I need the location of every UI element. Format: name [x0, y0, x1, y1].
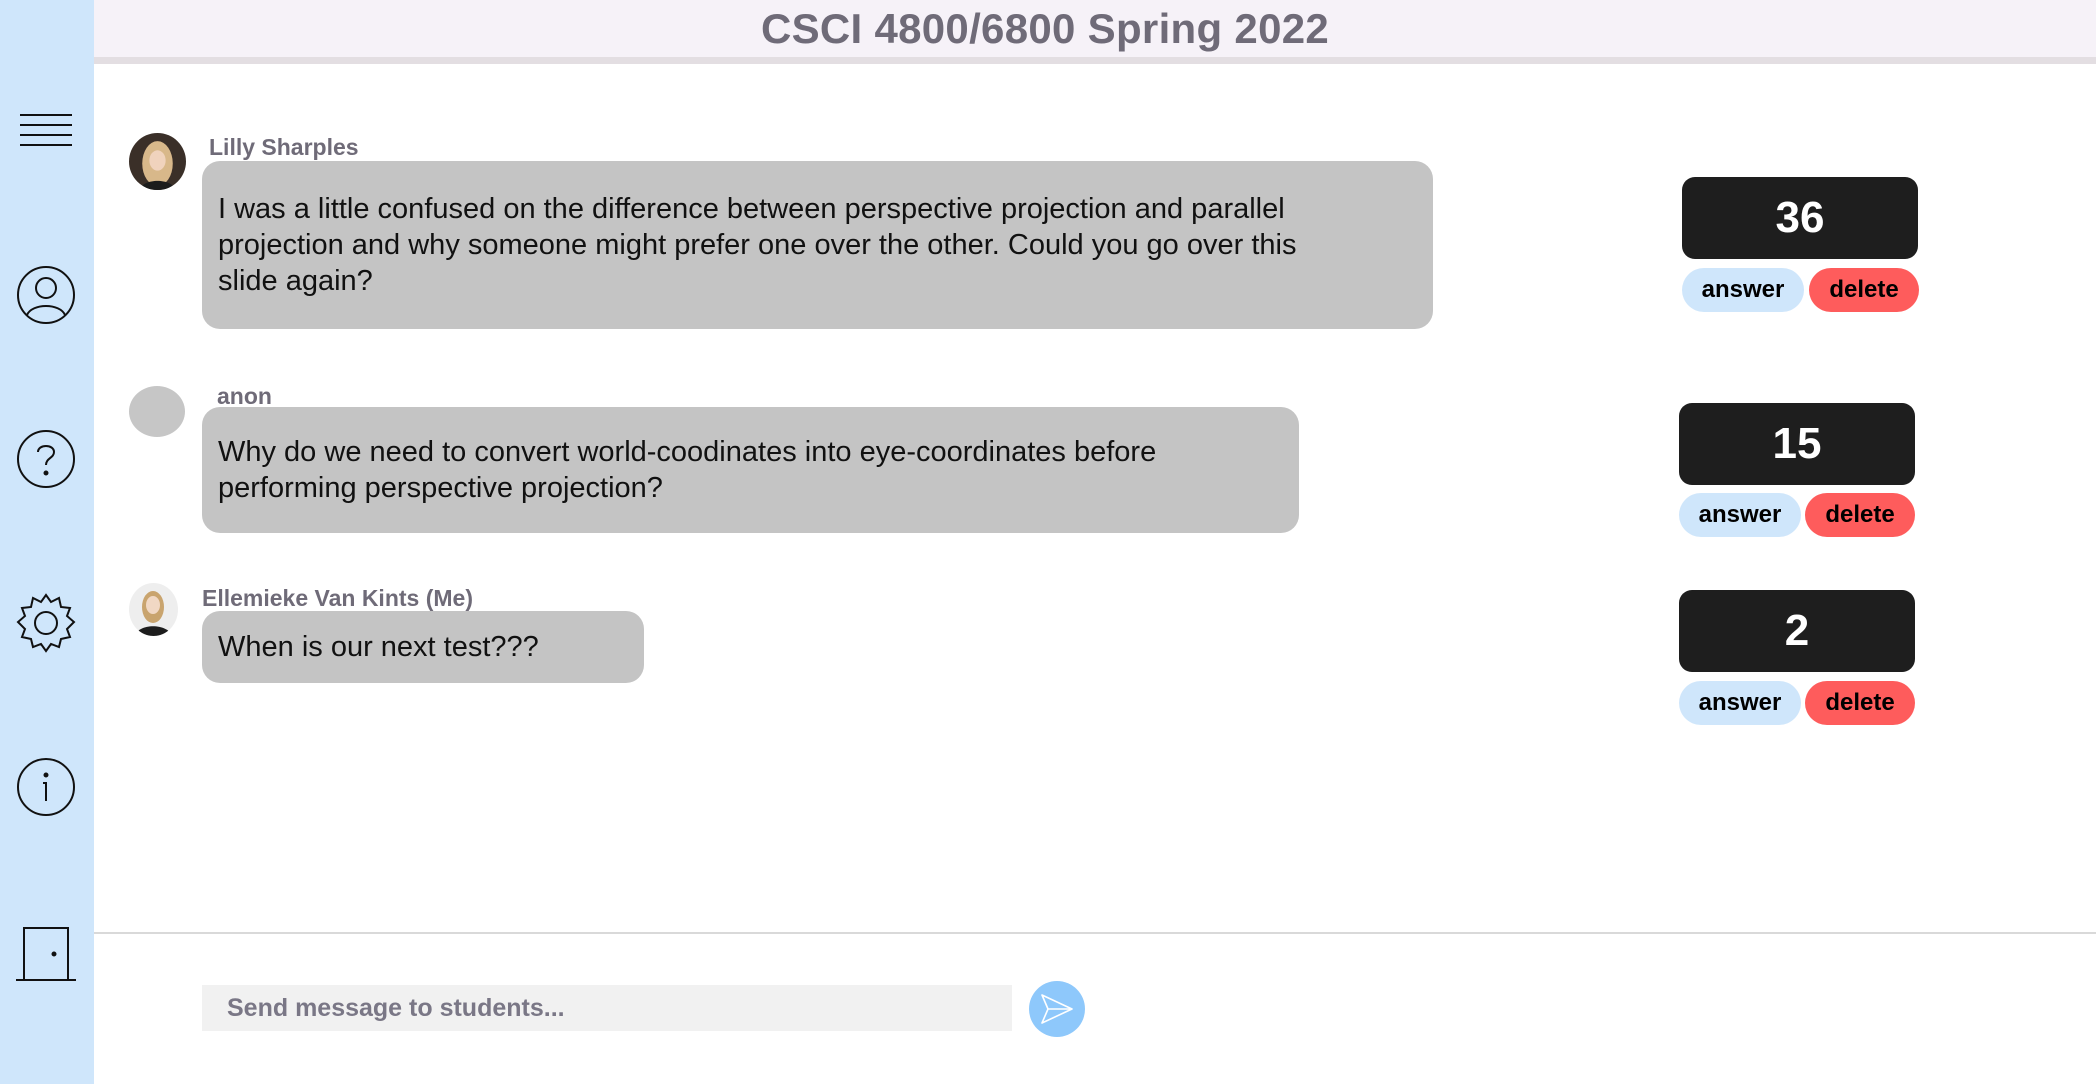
question-author: Lilly Sharples — [209, 134, 359, 160]
answer-button[interactable]: answer — [1682, 268, 1804, 312]
avatar — [129, 583, 178, 636]
question-text: When is our next test??? — [218, 631, 539, 663]
question-bubble: When is our next test??? — [202, 611, 644, 683]
page-title: CSCI 4800/6800 Spring 2022 — [760, 4, 1330, 52]
help-icon[interactable] — [14, 427, 78, 491]
header-bar: CSCI 4800/6800 Spring 2022 — [94, 0, 2096, 64]
question-text: I was a little confused on the differenc… — [218, 193, 1297, 297]
info-icon[interactable] — [14, 755, 78, 819]
composer-divider — [94, 932, 2096, 934]
exit-door-icon[interactable] — [14, 920, 78, 984]
avatar — [129, 133, 186, 190]
delete-button[interactable]: delete — [1805, 493, 1915, 537]
settings-icon[interactable] — [14, 591, 78, 655]
question-bubble: I was a little confused on the differenc… — [202, 161, 1433, 329]
question-author: Ellemieke Van Kints (Me) — [202, 585, 473, 611]
avatar-anonymous — [129, 386, 185, 437]
vote-count: 2 — [1679, 590, 1915, 672]
profile-icon[interactable] — [14, 263, 78, 327]
vote-count: 36 — [1682, 177, 1918, 259]
question-bubble: Why do we need to convert world-coodinat… — [202, 407, 1299, 533]
question-text: Why do we need to convert world-coodinat… — [218, 436, 1157, 504]
menu-icon[interactable] — [14, 99, 78, 163]
sidebar — [0, 0, 94, 1084]
answer-button[interactable]: answer — [1679, 681, 1801, 725]
delete-button[interactable]: delete — [1805, 681, 1915, 725]
message-input[interactable] — [202, 985, 1012, 1031]
send-icon — [1041, 994, 1073, 1024]
delete-button[interactable]: delete — [1809, 268, 1919, 312]
question-author: anon — [217, 383, 272, 409]
vote-count: 15 — [1679, 403, 1915, 485]
send-button[interactable] — [1029, 981, 1085, 1037]
answer-button[interactable]: answer — [1679, 493, 1801, 537]
